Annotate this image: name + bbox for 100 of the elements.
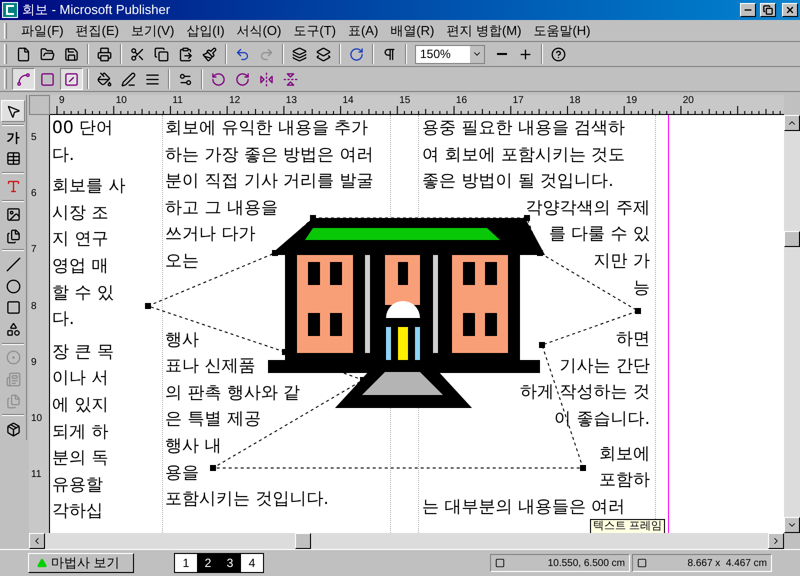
body-text-line: 에 있지 — [52, 394, 108, 417]
window-title: 회보 - Microsoft Publisher — [22, 1, 172, 20]
page-tab[interactable]: 4 — [241, 554, 263, 572]
body-text-line: 하게 작성하는 것 — [520, 381, 650, 404]
square-icon — [40, 72, 55, 86]
plus-icon — [518, 46, 533, 62]
folder-icon — [40, 46, 55, 62]
menu-item[interactable]: 파일(F) — [15, 20, 70, 40]
line-icon — [6, 256, 20, 272]
paintbrush-icon — [202, 46, 217, 62]
pointer-tool[interactable] — [1, 100, 25, 122]
close-button[interactable] — [782, 3, 798, 17]
rectangle-icon — [6, 300, 20, 316]
ruler-number: 18 — [569, 95, 580, 106]
body-text-line: 다. — [52, 308, 74, 332]
body-text-line: 쓰거나 다가 — [165, 223, 256, 246]
page-tab[interactable]: 2 — [197, 554, 219, 572]
ruler-number: 11 — [172, 95, 183, 106]
menu-item[interactable]: 표(A) — [342, 20, 384, 40]
object-icon — [6, 350, 20, 366]
body-text-line: 능 — [633, 276, 650, 300]
size-text: 8.667 x 4.467 cm — [686, 556, 767, 570]
ruler-number: 11 — [31, 469, 42, 480]
scroll-thumb[interactable] — [295, 533, 311, 549]
zoom-combo[interactable]: 150% — [415, 44, 485, 64]
minimize-button[interactable] — [740, 3, 756, 17]
menu-item[interactable]: 배열(R) — [384, 20, 440, 40]
horizontal-scrollbar[interactable] — [29, 533, 784, 549]
body-text-line: 회보를 사 — [52, 175, 126, 198]
wizard-button[interactable]: 마법사 보기 — [28, 553, 134, 573]
ruler-number: 14 — [342, 95, 354, 106]
body-text-line: 오는 — [165, 250, 199, 273]
table-icon — [6, 151, 20, 166]
lines-icon — [145, 72, 160, 86]
menu-item[interactable]: 편지 병합(M) — [440, 20, 528, 40]
scroll-down-button[interactable] — [784, 517, 800, 533]
body-text-line: 여 회보에 포함시키는 것도 — [422, 144, 626, 167]
copy-icon — [154, 46, 169, 62]
text-tool[interactable]: 가 — [1, 128, 25, 148]
gallery-icon — [6, 422, 20, 437]
shapes-icon — [6, 322, 20, 338]
body-text-line: 좋은 방법이 될 것입니다. — [422, 170, 614, 194]
layers-icon — [292, 46, 307, 62]
wrap-points-icon — [16, 72, 31, 86]
scroll-thumb[interactable] — [784, 231, 800, 247]
body-text-line: 지 연구 — [52, 228, 108, 252]
help-icon — [551, 46, 566, 62]
body-text-line: 이나 서 — [52, 367, 108, 390]
menu-item[interactable]: 삽입(I) — [180, 20, 231, 40]
zoom-value: 150% — [419, 46, 452, 63]
scroll-left-button[interactable] — [29, 533, 45, 549]
restore-icon — [763, 5, 773, 15]
body-text-line: 00 단어 — [52, 117, 114, 140]
wrap-points-button[interactable] — [12, 68, 35, 90]
dropdown-button[interactable] — [470, 46, 484, 62]
flip-horizontal-icon — [259, 72, 274, 86]
body-text-line: 의 판촉 행사와 같 — [165, 382, 300, 405]
scroll-right-button[interactable] — [768, 533, 784, 549]
body-text-line: 기사는 간단 — [560, 354, 650, 378]
menu-item[interactable]: 서식(O) — [230, 20, 288, 40]
ruler-number: 19 — [626, 95, 638, 106]
ruler-number: 9 — [59, 95, 65, 106]
square-button[interactable] — [60, 68, 83, 90]
menu-item[interactable]: 보기(V) — [124, 20, 180, 40]
body-text-line: 은 특별 제공 — [165, 408, 261, 432]
picture-icon — [6, 207, 20, 222]
ruler-number: 7 — [31, 244, 37, 256]
paint-bucket-icon — [97, 72, 112, 86]
clip-art-icon — [6, 228, 20, 244]
menu-item[interactable]: 편집(E) — [70, 20, 125, 40]
page-tab[interactable]: 3 — [219, 554, 241, 572]
printer-icon — [97, 46, 112, 62]
undo-icon — [235, 46, 250, 62]
square-icon — [64, 72, 79, 86]
toolbar-grip — [4, 44, 7, 64]
body-text-line: 용을 — [165, 462, 199, 485]
triangle-icon — [37, 558, 47, 568]
ruler-number: 20 — [682, 95, 694, 106]
pointer-icon — [6, 104, 20, 118]
body-text-line: 분이 직접 기사 거리를 발굴 — [165, 170, 374, 194]
save-icon — [64, 46, 79, 62]
menu-item[interactable]: 도구(T) — [287, 20, 342, 40]
oval-icon — [6, 278, 20, 294]
scroll-up-button[interactable] — [784, 115, 800, 131]
body-text-line: 각하십 — [52, 500, 103, 524]
minus-icon — [496, 53, 506, 55]
menu-item[interactable]: 도움말(H) — [527, 20, 597, 40]
ruler-number: 13 — [286, 95, 297, 106]
size-icon — [637, 558, 647, 568]
body-text-line: 이 좋습니다. — [554, 408, 650, 431]
page-tab[interactable]: 1 — [175, 554, 197, 572]
toolbar-grip — [4, 69, 7, 89]
form-icon — [6, 372, 20, 387]
body-text-line: 는 대부분의 내용들은 여러 — [422, 496, 626, 519]
ruler-number: 12 — [229, 95, 240, 106]
vertical-scrollbar[interactable] — [784, 115, 800, 533]
body-text-line: 회보에 유익한 내용을 추가 — [165, 117, 368, 140]
restore-button[interactable] — [760, 3, 776, 17]
body-text-line: 장 큰 목 — [52, 340, 114, 364]
body-text-line: 지만 가 — [594, 250, 650, 273]
